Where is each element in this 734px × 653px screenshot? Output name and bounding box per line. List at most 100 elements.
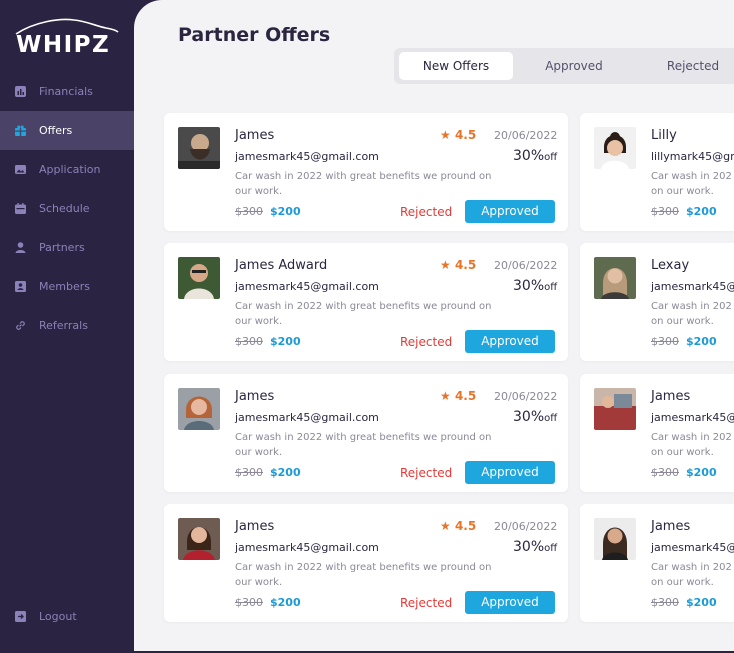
sidebar-item-members[interactable]: Members [0,267,134,306]
offer-price: $200 [270,205,301,218]
offer-card: Lilly lillymark45@gm Car wash in 202 on o… [580,113,734,231]
star-icon: ★ [440,258,451,272]
sidebar-item-label: Financials [39,85,93,98]
star-icon: ★ [440,128,451,142]
offer-price: $200 [686,205,717,218]
partner-name: James [651,389,691,404]
offer-date: 20/06/2022 [494,259,558,272]
discount: 30%off [513,409,557,425]
discount-value: 30% [513,148,545,164]
partner-name: James [651,519,691,534]
partner-name: Lexay [651,258,690,273]
rating-value: 4.5 [454,389,477,403]
approve-button[interactable]: Approved [465,591,555,614]
star-icon: ★ [440,389,451,403]
link-icon [16,321,25,330]
offer-price: $200 [686,466,717,479]
sidebar-item-referrals[interactable]: Referrals [0,306,134,345]
partner-email: jamesmark45@g [651,280,734,293]
sidebar-item-label: Schedule [39,202,90,215]
partner-avatar [178,257,220,299]
reject-button[interactable]: Rejected [400,205,452,219]
offer-card: James jamesmark45@ Car wash in 202 on our… [580,504,734,622]
partner-name: James [235,128,275,143]
reject-button[interactable]: Rejected [400,466,452,480]
calendar-icon [15,203,26,214]
discount-suffix: off [544,543,558,554]
original-price: $300 [235,466,263,479]
rating: ★ 4.5 [440,389,476,403]
original-price: $300 [651,205,679,218]
original-price: $300 [651,335,679,348]
logout-button[interactable]: Logout [0,597,134,636]
partner-avatar [178,518,220,560]
tab-rejected[interactable]: Rejected [636,52,734,80]
tab-approved[interactable]: Approved [517,52,631,80]
partner-email: lillymark45@gm [651,150,734,163]
offer-card: James jamesmark45@gmail.com Car wash in … [164,113,568,231]
rating-value: 4.5 [454,519,477,533]
partner-name: James [235,519,275,534]
partner-avatar [594,518,636,560]
partner-avatar [594,127,636,169]
discount-suffix: off [544,413,558,424]
offer-price: $200 [686,335,717,348]
sidebar-item-partners[interactable]: Partners [0,228,134,267]
partner-email: jamesmark45@gmail.com [235,280,379,293]
approve-button[interactable]: Approved [465,200,555,223]
offer-price: $200 [270,335,301,348]
offer-card: Lexay jamesmark45@g Car wash in 202on ou… [580,243,734,361]
offer-date: 20/06/2022 [494,390,558,403]
original-price: $300 [651,466,679,479]
offer-price: $200 [686,596,717,609]
offer-description: Car wash in 202 on our work. [651,562,732,588]
discount: 30%off [513,539,557,555]
offer-card: James Adward jamesmark45@gmail.com Car w… [164,243,568,361]
logout-label: Logout [39,610,77,623]
partner-email: jamesmark45@gmail.com [235,541,379,554]
rating: ★ 4.5 [440,519,476,533]
image-icon [15,165,26,174]
original-price: $300 [235,596,263,609]
sidebar-nav: Financials Offers Application Schedule P… [0,72,134,345]
star-icon: ★ [440,519,451,533]
offer-description: Car wash in 202 on our work. [651,432,732,458]
rating-value: 4.5 [454,258,477,272]
partner-email: jamesmark45@gmail.com [235,150,379,163]
approve-button[interactable]: Approved [465,330,555,353]
rating: ★ 4.5 [440,128,476,142]
rating: ★ 4.5 [440,258,476,272]
sidebar-item-offers[interactable]: Offers [0,111,134,150]
chart-icon [15,86,26,97]
partner-email: jamesmark45@ [651,411,734,424]
approve-button[interactable]: Approved [465,461,555,484]
sidebar-item-label: Offers [39,124,73,137]
discount: 30%off [513,148,557,164]
partner-avatar [178,127,220,169]
main-content: Partner Offers New Offers Approved Rejec… [134,0,734,651]
partner-name: James [235,389,275,404]
offer-card: James jamesmark45@gmail.com Car wash in … [164,374,568,492]
offer-price: $200 [270,466,301,479]
rating-value: 4.5 [454,128,477,142]
reject-button[interactable]: Rejected [400,335,452,349]
partner-avatar [594,257,636,299]
logout-section: Logout [0,597,134,636]
reject-button[interactable]: Rejected [400,596,452,610]
sidebar-item-schedule[interactable]: Schedule [0,189,134,228]
offer-description: Car wash in 2022 with great benefits we … [235,562,492,588]
sidebar-item-label: Referrals [39,319,88,332]
original-price: $300 [235,335,263,348]
tab-new-offers[interactable]: New Offers [399,52,513,80]
sidebar-item-label: Application [39,163,101,176]
sidebar-item-application[interactable]: Application [0,150,134,189]
discount-value: 30% [513,539,545,555]
gift-icon [15,125,26,136]
discount-value: 30% [513,409,545,425]
sidebar-item-label: Partners [39,241,85,254]
whipz-logo[interactable]: WHIPZ [14,18,120,58]
sidebar-item-financials[interactable]: Financials [0,72,134,111]
offer-description: Car wash in 2022 with great benefits we … [235,432,492,458]
partner-name: James Adward [235,258,328,273]
offer-description: Car wash in 2022 with great benefits we … [235,301,492,327]
